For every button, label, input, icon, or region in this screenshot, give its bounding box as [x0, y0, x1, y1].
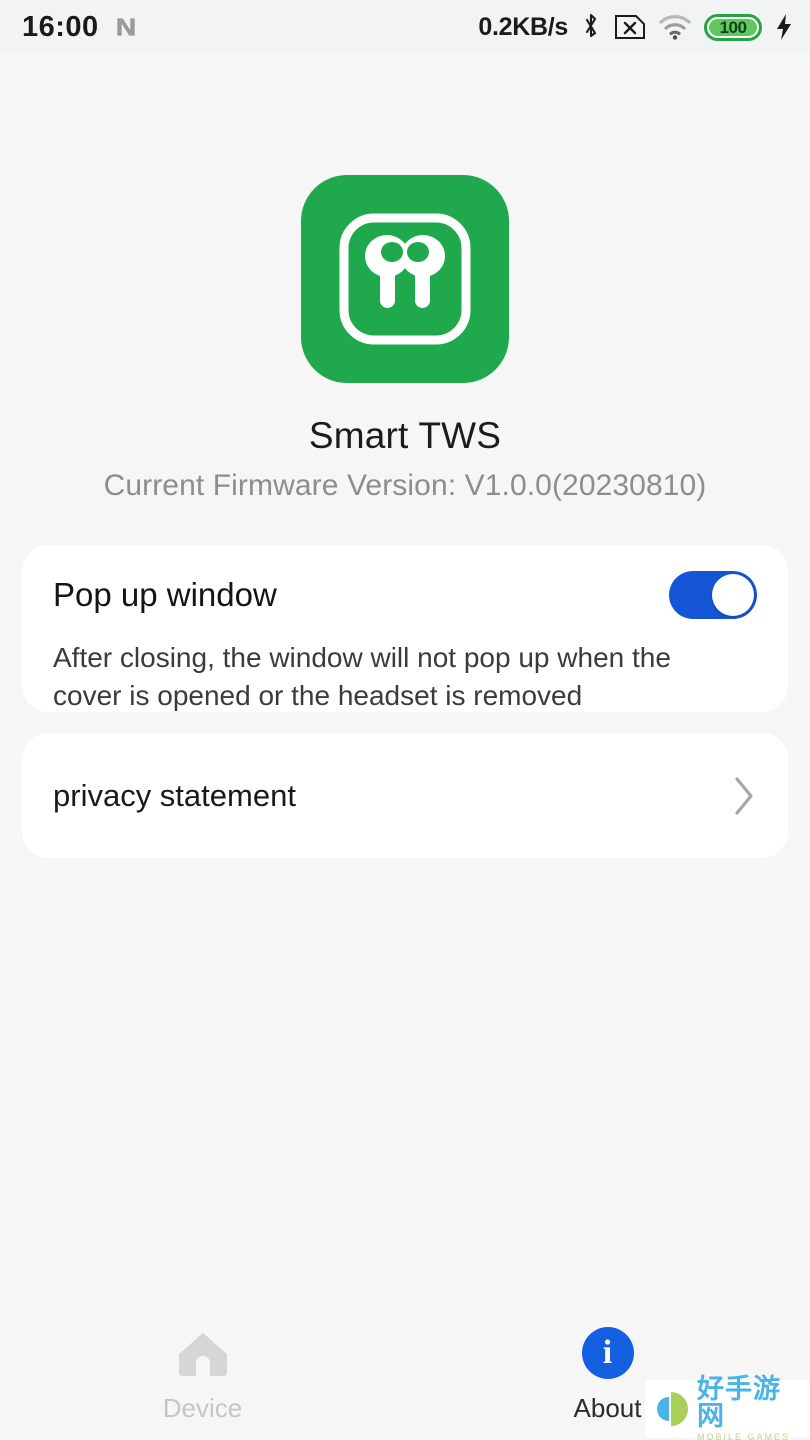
- app-title: Smart TWS: [308, 415, 502, 456]
- nav-label-about: About: [573, 1392, 642, 1423]
- wifi-icon: [659, 15, 691, 40]
- battery-level-label: 100: [719, 17, 747, 37]
- watermark-logo: 好手游网 MOBILE GAMES: [645, 1376, 810, 1440]
- watermark-cn-label: 好手游网: [697, 1374, 781, 1431]
- watermark-en-label: MOBILE GAMES: [697, 1432, 791, 1440]
- toggle-knob: [712, 574, 754, 616]
- firmware-version-label: Current Firmware Version: V1.0.0(2023081…: [103, 469, 707, 502]
- privacy-statement-row[interactable]: privacy statement: [53, 733, 757, 858]
- nav-label-device: Device: [162, 1392, 243, 1423]
- status-bar-clock: 16:00: [22, 10, 99, 43]
- status-bar-left: 16:00: [22, 11, 139, 44]
- status-bar: 16:00 0.2KB/s 100: [0, 0, 810, 54]
- bluetooth-icon: [585, 13, 597, 38]
- app-header: Smart TWS Current Firmware Version: V1.0…: [0, 175, 810, 503]
- charging-bolt-icon: [777, 14, 791, 40]
- info-circle-icon: i: [581, 1326, 634, 1379]
- battery-indicator: 100: [704, 13, 762, 41]
- no-sim-card-icon: [615, 15, 645, 39]
- home-icon: [178, 1332, 227, 1376]
- network-speed-label: 0.2KB/s: [478, 12, 568, 41]
- popup-window-row: Pop up window: [53, 571, 757, 619]
- watermark-circle-icon: [657, 1392, 688, 1426]
- popup-window-description: After closing, the window will not pop u…: [53, 642, 671, 711]
- watermark-text: 好手游网 MOBILE GAMES: [697, 1376, 804, 1440]
- phone-screen: 16:00 0.2KB/s 100 Smart TWS Current Firm…: [0, 0, 810, 1440]
- nfc-n-icon: [117, 18, 135, 36]
- chevron-right-icon: [735, 776, 753, 815]
- privacy-statement-card[interactable]: privacy statement: [22, 733, 788, 858]
- status-bar-right: 0.2KB/s 100: [478, 12, 794, 42]
- nav-item-device[interactable]: Device: [0, 1310, 405, 1440]
- smart-tws-earbuds-icon: [301, 175, 509, 383]
- popup-window-card: Pop up window After closing, the window …: [22, 545, 788, 712]
- privacy-statement-label: privacy statement: [53, 777, 296, 813]
- popup-window-toggle[interactable]: [669, 571, 757, 619]
- popup-window-title: Pop up window: [53, 576, 277, 613]
